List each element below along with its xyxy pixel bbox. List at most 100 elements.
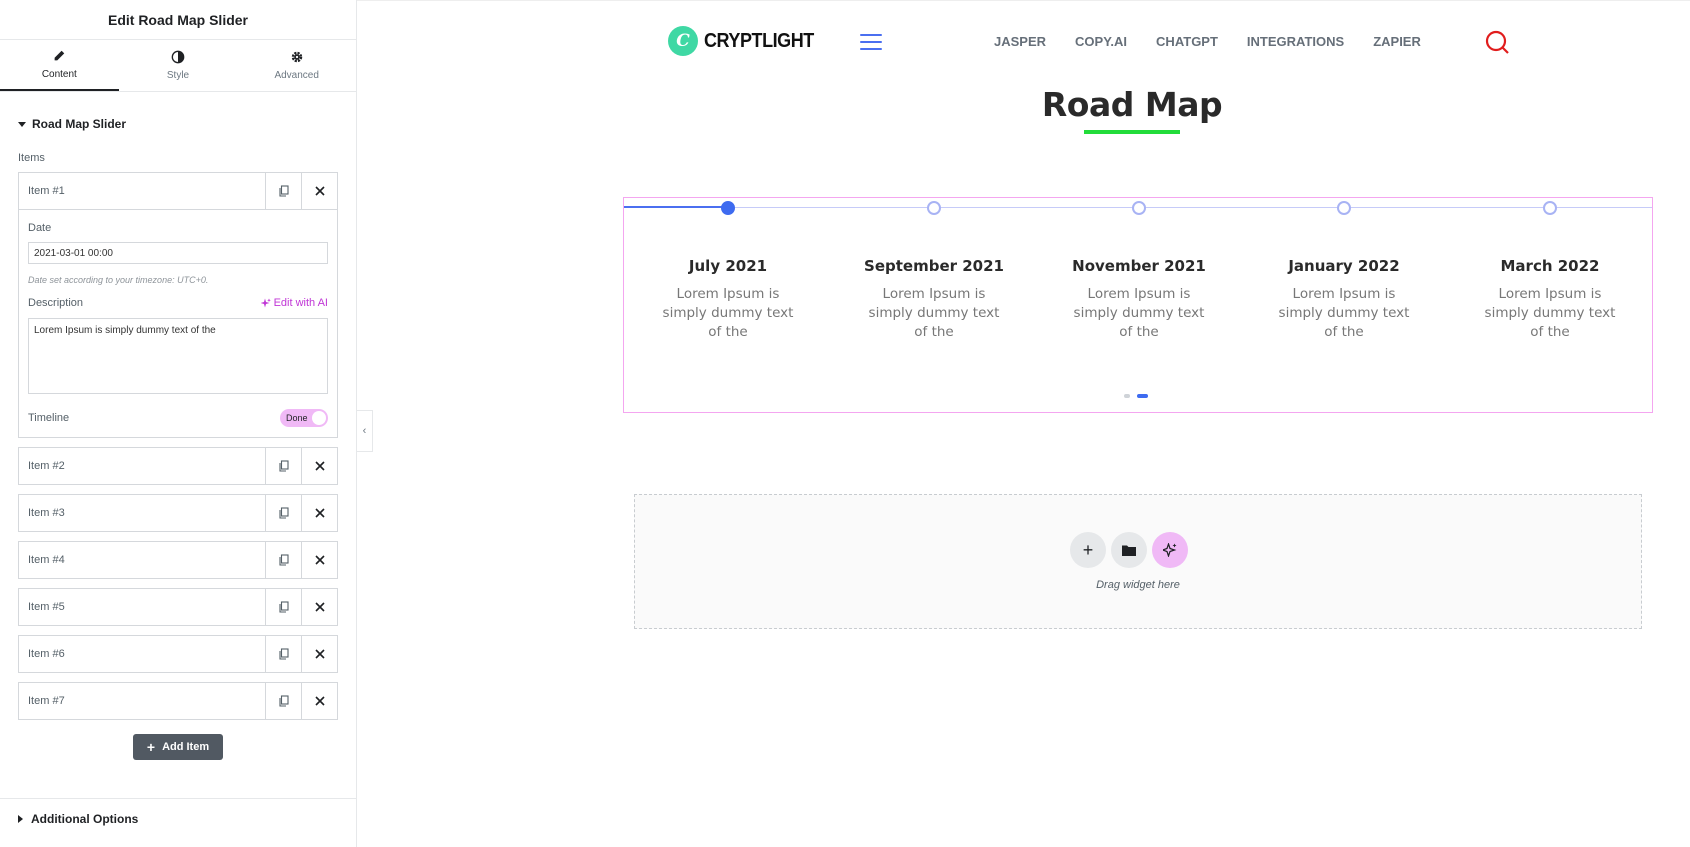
timeline-item: January 2022 Lorem Ipsum is simply dummy… — [1264, 198, 1424, 342]
timeline-dot — [1543, 201, 1557, 215]
duplicate-button[interactable] — [265, 589, 301, 625]
timeline-item: July 2021 Lorem Ipsum is simply dummy te… — [648, 198, 808, 342]
site-logo[interactable]: C CRYPTLIGHT — [668, 26, 826, 56]
half-circle-icon — [171, 50, 185, 64]
timeline-description: Lorem Ipsum is simply dummy text of the — [868, 286, 1000, 340]
add-item-label: Add Item — [162, 741, 210, 753]
copy-icon — [278, 185, 289, 197]
tab-label: Advanced — [274, 70, 319, 81]
template-library-button[interactable] — [1111, 532, 1147, 568]
tab-content[interactable]: Content — [0, 40, 119, 91]
ai-generate-button[interactable] — [1152, 532, 1188, 568]
duplicate-button[interactable] — [265, 173, 301, 209]
item-title[interactable]: Item #4 — [19, 542, 265, 578]
close-icon — [314, 186, 325, 196]
heading-underline — [1084, 130, 1180, 134]
page-preview: C CRYPTLIGHT JASPER COPY.AI CHATGPT INTE… — [357, 0, 1690, 847]
timezone-hint: Date set according to your timezone: UTC… — [28, 275, 209, 285]
item-title[interactable]: Item #7 — [19, 683, 265, 719]
widget-dropzone[interactable]: + Drag widget here — [634, 494, 1642, 629]
repeater-item-2: Item #2 — [18, 447, 338, 485]
repeater-item-4: Item #4 — [18, 541, 338, 579]
remove-button[interactable] — [301, 495, 337, 531]
item-title[interactable]: Item #1 — [19, 173, 265, 209]
item-title[interactable]: Item #2 — [19, 448, 265, 484]
edit-ai-label: Edit with AI — [273, 297, 328, 309]
remove-button[interactable] — [301, 589, 337, 625]
add-section-button[interactable]: + — [1070, 532, 1106, 568]
close-icon — [314, 508, 325, 518]
panel-title: Edit Road Map Slider — [0, 0, 356, 40]
item-title[interactable]: Item #5 — [19, 589, 265, 625]
copy-icon — [278, 460, 289, 472]
duplicate-button[interactable] — [265, 683, 301, 719]
timeline-date: September 2021 — [864, 257, 1004, 275]
pager-dot-1[interactable] — [1124, 394, 1130, 398]
tab-style[interactable]: Style — [119, 40, 238, 91]
nav-link-jasper[interactable]: JASPER — [994, 34, 1046, 49]
remove-button[interactable] — [301, 542, 337, 578]
nav-link-integrations[interactable]: INTEGRATIONS — [1247, 34, 1344, 49]
timeline-description: Lorem Ipsum is simply dummy text of the — [1073, 286, 1205, 340]
nav-link-chatgpt[interactable]: CHATGPT — [1156, 34, 1218, 49]
timeline-item: March 2022 Lorem Ipsum is simply dummy t… — [1470, 198, 1630, 342]
remove-button[interactable] — [301, 448, 337, 484]
close-icon — [314, 696, 325, 706]
item-title[interactable]: Item #6 — [19, 636, 265, 672]
tab-advanced[interactable]: Advanced — [237, 40, 356, 91]
timeline-dot — [1132, 201, 1146, 215]
edit-with-ai-button[interactable]: Edit with AI — [260, 297, 328, 309]
plus-icon: + — [1082, 539, 1094, 560]
search-icon[interactable] — [1484, 30, 1510, 56]
nav-link-zapier[interactable]: ZAPIER — [1373, 34, 1421, 49]
timeline-date: January 2022 — [1288, 257, 1400, 275]
section-toggle-additional-options[interactable]: Additional Options — [0, 798, 356, 826]
date-label: Date — [28, 222, 52, 234]
tab-label: Content — [41, 69, 77, 80]
duplicate-button[interactable] — [265, 542, 301, 578]
remove-button[interactable] — [301, 173, 337, 209]
add-item-button[interactable]: + Add Item — [133, 734, 223, 760]
section-heading: Road Map — [357, 85, 1690, 124]
folder-icon — [1122, 545, 1136, 556]
copy-icon — [278, 554, 289, 566]
date-field[interactable] — [28, 242, 328, 264]
repeater-item-1: Item #1 — [18, 172, 338, 210]
caret-down-icon — [18, 121, 26, 127]
copy-icon — [278, 601, 289, 613]
close-icon — [314, 649, 325, 659]
copy-icon — [278, 695, 289, 707]
dropzone-text: Drag widget here — [1096, 579, 1180, 591]
main-nav: JASPER COPY.AI CHATGPT INTEGRATIONS ZAPI… — [994, 34, 1421, 49]
timeline-date: March 2022 — [1500, 257, 1600, 275]
description-textarea[interactable]: Lorem Ipsum is simply dummy text of the — [28, 318, 328, 394]
items-label: Items — [18, 152, 45, 164]
remove-button[interactable] — [301, 683, 337, 719]
pager-dot-2[interactable] — [1137, 394, 1148, 398]
additional-options-title: Additional Options — [31, 812, 139, 826]
timeline-item: November 2021 Lorem Ipsum is simply dumm… — [1059, 198, 1219, 342]
timeline-dot — [927, 201, 941, 215]
section-toggle-road-map-slider[interactable]: Road Map Slider — [18, 116, 356, 132]
timeline-date: November 2021 — [1072, 257, 1206, 275]
timeline-description: Lorem Ipsum is simply dummy text of the — [1484, 286, 1616, 340]
timeline-description: Lorem Ipsum is simply dummy text of the — [662, 286, 794, 340]
nav-link-copy-ai[interactable]: COPY.AI — [1075, 34, 1127, 49]
remove-button[interactable] — [301, 636, 337, 672]
hamburger-menu-icon[interactable] — [860, 34, 882, 50]
timeline-toggle[interactable]: Done — [280, 409, 328, 427]
item-title[interactable]: Item #3 — [19, 495, 265, 531]
page-title: Road Map — [1041, 85, 1223, 124]
timeline-label: Timeline — [28, 412, 70, 424]
panel-tabs: Content Style Advanced — [0, 40, 356, 92]
duplicate-button[interactable] — [265, 448, 301, 484]
road-map-slider[interactable]: July 2021 Lorem Ipsum is simply dummy te… — [623, 197, 1653, 413]
editor-panel: Edit Road Map Slider Content Style Advan… — [0, 0, 357, 847]
logo-mark-icon: C — [668, 26, 698, 56]
gear-icon — [291, 51, 302, 63]
duplicate-button[interactable] — [265, 636, 301, 672]
duplicate-button[interactable] — [265, 495, 301, 531]
timeline-date: July 2021 — [688, 257, 768, 275]
items-repeater: Item #1 Date Date set according to your … — [18, 172, 338, 760]
toggle-knob — [312, 411, 326, 425]
